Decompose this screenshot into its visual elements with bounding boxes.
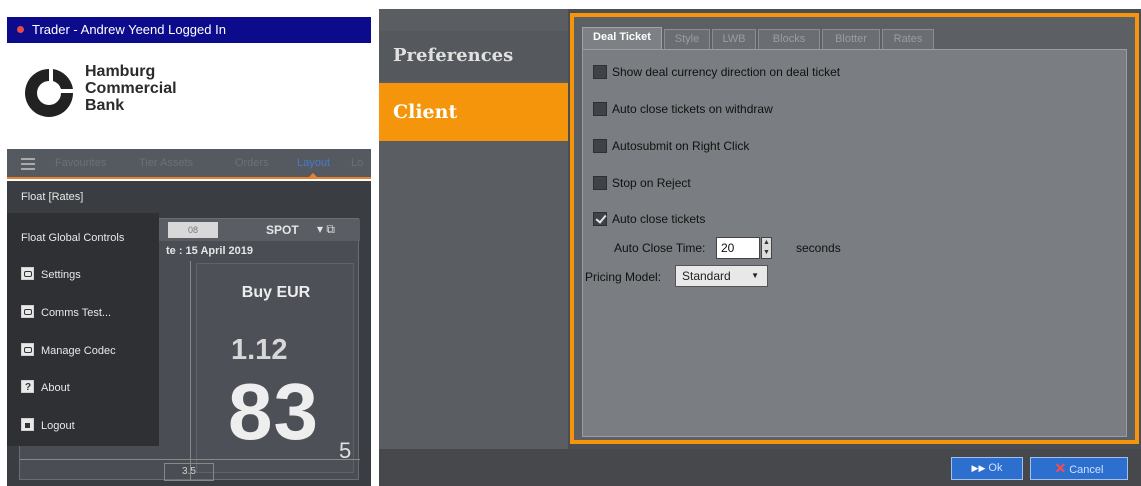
nav-tab-orders[interactable]: Orders [235, 157, 269, 169]
hcob-logo-icon [25, 69, 73, 117]
deal-ticket-panel: Show deal currency direction on deal tic… [582, 49, 1127, 437]
option-auto-close-tickets[interactable]: Auto close tickets [593, 210, 705, 228]
lock-icon [21, 418, 34, 431]
question-icon [21, 372, 34, 404]
app-icon [17, 26, 24, 33]
pricing-model-label: Pricing Model: [585, 270, 662, 284]
spot-label: SPOT [266, 223, 299, 237]
auto-close-time-label: Auto Close Time: [614, 241, 706, 255]
nav-tab-tier-assets[interactable]: Tier Assets [139, 157, 193, 169]
menu-item-float-rates[interactable]: Float [Rates] [7, 181, 159, 213]
option-auto-close-on-withdraw[interactable]: Auto close tickets on withdraw [593, 100, 773, 118]
settings-tabs: Deal Ticket Style LWB Blocks Blotter Rat… [582, 27, 1122, 49]
settings-dialog: Preferences Client Deal Ticket Style LWB… [379, 9, 1141, 486]
cancel-label: Cancel [1069, 464, 1104, 476]
option-autosubmit-right-click[interactable]: Autosubmit on Right Click [593, 137, 749, 155]
settings-content: Deal Ticket Style LWB Blocks Blotter Rat… [570, 13, 1139, 444]
active-tab-indicator [307, 173, 319, 179]
tab-deal-ticket[interactable]: Deal Ticket [582, 27, 662, 49]
spinner-arrows-icon[interactable]: ▲ ▼ [761, 237, 772, 259]
dropdown-menu: Float [Rates] Float Global Controls Sett… [7, 181, 159, 446]
checkbox[interactable] [593, 139, 607, 153]
auto-close-time-input[interactable]: 20 [716, 237, 760, 259]
menu-item-label: Settings [41, 269, 81, 281]
main-nav: Favourites Tier Assets Orders Layout Lo [7, 149, 371, 179]
menu-item-comms-test[interactable]: Comms Test... [7, 297, 159, 329]
checkbox[interactable] [593, 102, 607, 116]
checkbox[interactable] [593, 65, 607, 79]
menu-item-float-global-controls[interactable]: Float Global Controls [7, 222, 159, 254]
settings-sidebar: Preferences Client [379, 9, 568, 449]
link-icon [21, 305, 34, 318]
option-label: Auto close tickets on withdraw [612, 102, 773, 116]
menu-item-label: Logout [41, 420, 75, 432]
brand-line-3: Bank [85, 97, 125, 114]
chevron-down-icon: ▼ [751, 271, 759, 280]
fast-forward-icon: ▶▶ [971, 463, 986, 473]
pips: 83 [228, 367, 319, 456]
nav-tab-favourites[interactable]: Favourites [55, 157, 106, 169]
tile-divider [190, 261, 191, 481]
value-date: te : 15 April 2019 [166, 245, 254, 257]
hamburger-menu-icon[interactable] [21, 158, 35, 170]
buy-price-button[interactable]: Buy EUR 1.12 83 5 [196, 263, 354, 473]
link-icon [21, 343, 34, 356]
buy-label: Buy EUR [241, 284, 311, 301]
pricing-model-value: Standard [682, 269, 731, 283]
option-label: Stop on Reject [612, 176, 691, 190]
menu-item-label: About [41, 382, 70, 394]
menu-item-logout[interactable]: Logout [7, 410, 159, 442]
menu-item-manage-codec[interactable]: Manage Codec [7, 335, 159, 367]
spread-value: 3.5 [164, 463, 214, 481]
menu-item-settings[interactable]: Settings [7, 259, 159, 291]
nav-tab-lo[interactable]: Lo [351, 157, 363, 169]
sidebar-item-preferences[interactable]: Preferences [379, 31, 568, 81]
brand-header: Hamburg Commercial Bank [7, 43, 371, 149]
pricing-model-select[interactable]: Standard ▼ [675, 265, 768, 287]
option-stop-on-reject[interactable]: Stop on Reject [593, 174, 691, 192]
option-show-deal-currency[interactable]: Show deal currency direction on deal tic… [593, 63, 840, 81]
menu-item-label: Float Global Controls [21, 232, 125, 244]
brand-line-1: Hamburg [85, 63, 156, 80]
ok-button[interactable]: ▶▶ Ok [951, 457, 1023, 480]
tab-style[interactable]: Style [664, 29, 710, 49]
close-icon: ✕ [1054, 460, 1067, 476]
brand-line-2: Commercial [85, 80, 177, 97]
tab-rates[interactable]: Rates [882, 29, 934, 49]
window-title-bar: Trader - Andrew Yeend Logged In [7, 17, 371, 43]
link-icon [21, 267, 34, 280]
menu-item-label: Comms Test... [41, 307, 112, 319]
ok-label: Ok [988, 462, 1003, 474]
option-label: Show deal currency direction on deal tic… [612, 65, 841, 79]
window-title: Trader - Andrew Yeend Logged In [32, 22, 226, 37]
dialog-footer [379, 449, 1141, 486]
option-label: Auto close tickets [612, 212, 706, 226]
checkbox[interactable] [593, 176, 607, 190]
tab-blotter[interactable]: Blotter [822, 29, 880, 49]
trader-window: Trader - Andrew Yeend Logged In Hamburg … [7, 17, 371, 486]
menu-item-label: Manage Codec [41, 345, 116, 357]
tenor-field[interactable]: 08 [168, 222, 218, 238]
nav-tab-layout[interactable]: Layout [297, 157, 330, 169]
tab-blocks[interactable]: Blocks [758, 29, 820, 49]
option-label: Autosubmit on Right Click [612, 139, 750, 153]
checkbox-checked[interactable] [593, 212, 607, 226]
menu-item-about[interactable]: About [7, 372, 159, 404]
tile-options-icon[interactable]: ▾ ⧉ [317, 222, 335, 237]
cancel-button[interactable]: ✕ Cancel [1030, 457, 1128, 480]
sidebar-item-client[interactable]: Client [379, 83, 568, 141]
tab-lwb[interactable]: LWB [712, 29, 756, 49]
auto-close-time-unit: seconds [796, 241, 841, 255]
big-figure: 1.12 [231, 334, 288, 366]
brand-name: Hamburg Commercial Bank [85, 63, 177, 114]
